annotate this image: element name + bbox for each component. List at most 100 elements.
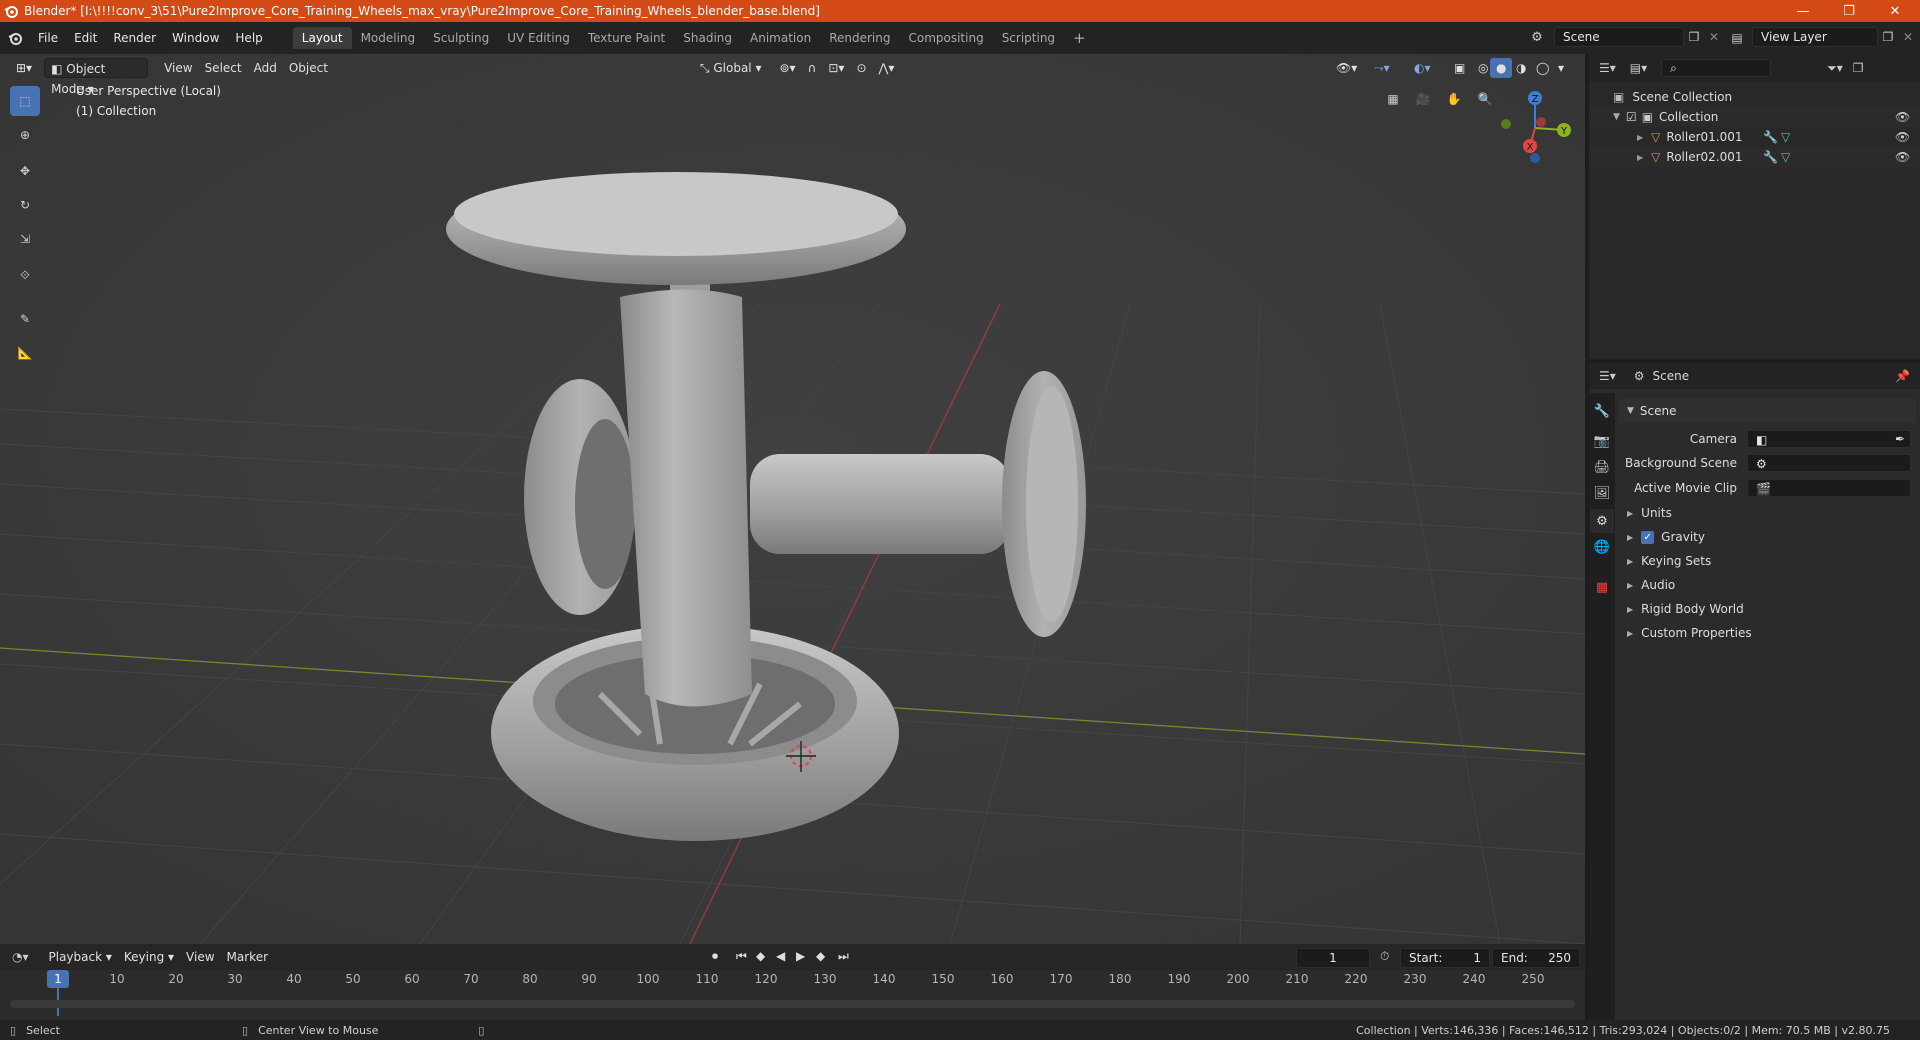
rotate-tool-icon[interactable]: ↻ <box>10 190 40 220</box>
gizmo-neg-x-icon[interactable] <box>1536 117 1546 127</box>
top-wheel[interactable] <box>446 172 906 285</box>
minimize-button[interactable]: — <box>1780 0 1826 22</box>
measure-tool-icon[interactable]: 📐 <box>10 338 40 368</box>
new-view-layer-icon[interactable]: ❐ <box>1878 27 1898 47</box>
menu-edit[interactable]: Edit <box>66 27 105 49</box>
xray-icon[interactable]: ▣ <box>1448 58 1471 78</box>
start-frame-field[interactable]: Start: 1 <box>1400 948 1490 968</box>
tool-tab-icon[interactable]: 🔧 <box>1590 399 1614 423</box>
output-tab-icon[interactable]: 🖨 <box>1590 455 1614 479</box>
playhead-frame[interactable]: 1 <box>47 970 69 988</box>
gizmo-neg-z-icon[interactable] <box>1530 153 1540 163</box>
rigid-body-world-subpanel[interactable]: ▶ Rigid Body World <box>1619 597 1916 621</box>
view-layer-tab-icon[interactable]: 🖼 <box>1590 481 1614 505</box>
proportional-edit-icon[interactable]: ⊙ <box>850 58 872 78</box>
modifier-wrench-icon[interactable]: 🔧 <box>1763 130 1778 144</box>
menu-timeline-view[interactable]: View <box>180 947 220 967</box>
end-frame-field[interactable]: End: 250 <box>1492 948 1580 968</box>
expand-object-icon[interactable]: ▶ <box>1637 133 1643 142</box>
menu-marker[interactable]: Marker <box>221 947 274 967</box>
remove-scene-icon[interactable]: ✕ <box>1704 27 1724 47</box>
visibility-eye-icon[interactable]: 👁 <box>1895 150 1910 164</box>
visibility-eye-icon[interactable]: 👁 <box>1895 110 1910 124</box>
scene-selector-icon[interactable]: ⚙ <box>1526 27 1548 49</box>
timeline-ruler[interactable]: 10 20 30 40 50 60 70 80 90 100 110 120 130 140 150 160 1… <box>0 970 1585 1020</box>
outliner-row-collection[interactable]: ▼ ☑ ▣ Collection 👁 <box>1589 107 1920 127</box>
remove-view-layer-icon[interactable]: ✕ <box>1898 27 1918 47</box>
transform-tool-icon[interactable]: ⟐ <box>10 260 40 290</box>
camera-field[interactable]: ◧ <box>1747 430 1911 448</box>
gizmo-neg-y-icon[interactable] <box>1501 119 1511 129</box>
collection-checkbox-icon[interactable]: ☑ <box>1626 110 1637 124</box>
back-wheel-left[interactable] <box>524 379 636 615</box>
texture-tab-icon[interactable]: ▦ <box>1590 575 1614 599</box>
add-workspace-icon[interactable]: + <box>1064 27 1095 49</box>
toggle-grid-icon[interactable]: ▦ <box>1380 86 1406 112</box>
pan-view-icon[interactable]: ✋ <box>1441 86 1467 112</box>
blender-menu-icon[interactable] <box>0 31 30 45</box>
mesh-data-icon[interactable]: ▽ <box>1781 130 1790 144</box>
tab-texture-paint[interactable]: Texture Paint <box>579 27 674 49</box>
outliner-row-roller01[interactable]: ▶ ▽ Roller01.001 🔧 ▽ 👁 <box>1589 127 1920 147</box>
camera-view-icon[interactable]: 🎥 <box>1410 86 1436 112</box>
record-icon[interactable]: ⏺ <box>712 949 718 964</box>
custom-properties-subpanel[interactable]: ▶ Custom Properties <box>1619 621 1916 645</box>
filter-icon[interactable]: ⏷▾ <box>1827 61 1843 76</box>
menu-render[interactable]: Render <box>105 27 164 49</box>
scene-field[interactable]: Scene <box>1554 27 1684 47</box>
view-layer-field[interactable]: View Layer <box>1752 27 1878 47</box>
menu-window[interactable]: Window <box>164 27 227 49</box>
tab-sculpting[interactable]: Sculpting <box>424 27 498 49</box>
maximize-button[interactable]: ❐ <box>1826 0 1872 22</box>
menu-playback[interactable]: Playback ▾ <box>43 947 118 967</box>
transform-orientation[interactable]: ⤡ Global ▾ <box>694 58 768 78</box>
new-scene-icon[interactable]: ❐ <box>1684 27 1704 47</box>
play-reverse-icon[interactable]: ◀ <box>776 949 785 963</box>
keying-sets-subpanel[interactable]: ▶ Keying Sets <box>1619 549 1916 573</box>
audio-subpanel[interactable]: ▶ Audio <box>1619 573 1916 597</box>
background-scene-field[interactable]: ⚙ <box>1747 454 1911 472</box>
properties-editor-type-icon[interactable]: ☰▾ <box>1599 369 1616 383</box>
pivot-point-icon[interactable]: ⊚▾ <box>773 58 801 78</box>
play-icon[interactable]: ▶ <box>796 949 805 963</box>
tab-layout[interactable]: Layout <box>292 27 352 49</box>
display-mode-icon[interactable]: ▤▾ <box>1630 61 1647 75</box>
overlays-icon[interactable]: ◐▾ <box>1408 58 1437 78</box>
visibility-icon[interactable]: 👁▾ <box>1330 58 1363 78</box>
snap-icon[interactable]: ∩ <box>802 58 823 78</box>
visibility-eye-icon[interactable]: 👁 <box>1895 130 1910 144</box>
expand-collection-icon[interactable]: ▼ <box>1613 112 1620 122</box>
jump-keyframe-back-icon[interactable]: ◆ <box>756 949 765 963</box>
outliner-search-input[interactable]: ⌕ <box>1661 59 1772 77</box>
units-subpanel[interactable]: ▶ Units <box>1619 501 1916 525</box>
cursor-tool-icon[interactable]: ⊕ <box>10 120 40 150</box>
jump-end-icon[interactable]: ⏭ <box>838 949 849 964</box>
tab-rendering[interactable]: Rendering <box>820 27 899 49</box>
move-tool-icon[interactable]: ✥ <box>10 156 40 186</box>
outliner-row-scene-collection[interactable]: ▣ Scene Collection <box>1589 87 1920 107</box>
scene-panel-header[interactable]: ▼ Scene <box>1619 399 1916 423</box>
outliner-row-roller02[interactable]: ▶ ▽ Roller02.001 🔧 ▽ 👁 <box>1589 147 1920 167</box>
expand-object-icon[interactable]: ▶ <box>1637 153 1643 162</box>
snap-target-icon[interactable]: ⊡▾ <box>822 58 850 78</box>
scene-tab-icon[interactable]: ⚙ <box>1590 509 1614 533</box>
falloff-icon[interactable]: ⋀▾ <box>873 58 901 78</box>
gizmo-toggle-icon[interactable]: ⤳▾ <box>1368 58 1396 78</box>
new-collection-icon[interactable]: ❐ <box>1853 61 1864 75</box>
pin-icon[interactable]: 📌 <box>1895 369 1910 383</box>
jump-keyframe-forward-icon[interactable]: ◆ <box>816 949 825 963</box>
world-tab-icon[interactable]: 🌐 <box>1590 535 1614 559</box>
tab-compositing[interactable]: Compositing <box>899 27 992 49</box>
menu-help[interactable]: Help <box>227 27 270 49</box>
current-frame-field[interactable]: 1 <box>1296 948 1370 968</box>
modifier-wrench-icon[interactable]: 🔧 <box>1763 150 1778 164</box>
mesh-data-icon[interactable]: ▽ <box>1781 150 1790 164</box>
outliner-editor-type-icon[interactable]: ☰▾ <box>1599 61 1616 75</box>
timeline-scrollbar[interactable] <box>10 1000 1575 1008</box>
view-layer-icon[interactable]: ▤ <box>1726 27 1748 49</box>
tab-uv-editing[interactable]: UV Editing <box>498 27 579 49</box>
timeline-editor-type-icon[interactable]: ◔▾ <box>12 950 29 964</box>
gravity-checkbox[interactable]: ✓ <box>1641 530 1655 544</box>
tab-scripting[interactable]: Scripting <box>993 27 1064 49</box>
scale-tool-icon[interactable]: ⇲ <box>10 224 40 254</box>
